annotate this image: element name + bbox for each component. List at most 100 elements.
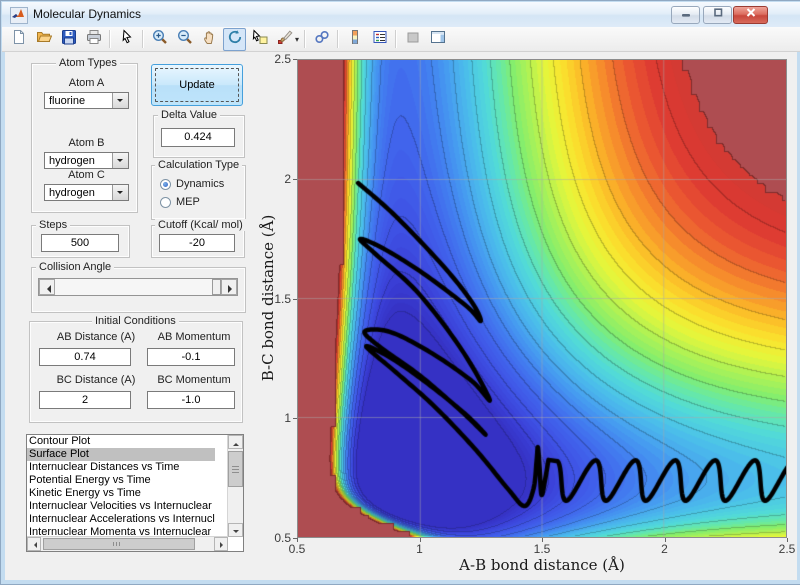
cursor-arrow-button[interactable] [115, 28, 138, 51]
brush-button[interactable] [273, 28, 296, 51]
zoom-out-button[interactable] [173, 28, 196, 51]
insert-legend-icon [372, 29, 388, 50]
slider-right-arrow-icon[interactable] [221, 279, 237, 295]
ab-distance-field[interactable]: 0.74 [39, 348, 131, 366]
data-cursor-button[interactable] [248, 28, 271, 51]
x-tick-label: 2.5 [778, 542, 796, 556]
save-icon [61, 29, 77, 50]
chevron-down-icon[interactable] [112, 153, 128, 168]
collision-angle-title: Collision Angle [36, 261, 115, 273]
x-axis-label: A-B bond distance (Å) [459, 556, 625, 574]
y-tick-mark [293, 178, 297, 180]
close-button[interactable] [733, 6, 768, 24]
atom-b-label: Atom B [68, 137, 105, 149]
toolbar-separator [337, 30, 340, 48]
y-tick-mark [293, 59, 297, 60]
list-item[interactable]: Internuclear Accelerations vs Internucle… [27, 513, 215, 526]
bc-distance-field[interactable]: 2 [39, 391, 131, 409]
mep-radio[interactable] [160, 197, 171, 208]
x-tick-label: 2 [661, 542, 668, 556]
toolbar-separator [304, 30, 307, 48]
dynamics-radio[interactable] [160, 179, 171, 190]
delta-value-title: Delta Value [158, 109, 221, 121]
atom-c-select[interactable]: hydrogen [44, 184, 129, 201]
update-button[interactable]: Update [151, 64, 243, 106]
x-tick-label: 1 [416, 542, 423, 556]
atom-b-select[interactable]: hydrogen [44, 152, 129, 169]
brush-dropdown-icon[interactable]: ▾ [295, 35, 299, 44]
pes-contour-plot[interactable] [298, 60, 786, 537]
x-tick-label: 1.5 [533, 542, 551, 556]
insert-legend-button[interactable] [368, 28, 391, 51]
list-item[interactable]: Internuclear Velocities vs Internuclear … [27, 500, 215, 513]
plottools-on-button[interactable] [426, 28, 449, 51]
list-item[interactable]: Potential Energy vs Time [27, 474, 215, 487]
list-item[interactable]: Surface Plot [27, 448, 215, 461]
vertical-scroll-thumb[interactable] [228, 451, 243, 487]
atom-a-select[interactable]: fluorine [44, 92, 129, 109]
titlebar[interactable]: Molecular Dynamics [2, 2, 800, 28]
list-item[interactable]: Internuclear Distances vs Time [27, 461, 215, 474]
y-tick-label: 0.5 [274, 531, 291, 545]
data-cursor-icon [252, 28, 268, 50]
list-item[interactable]: Kinetic Energy vs Time [27, 487, 215, 500]
atom-c-label: Atom C [68, 169, 105, 181]
initial-conditions-title: Initial Conditions [92, 315, 179, 327]
rotate-3d-button[interactable] [223, 27, 246, 51]
zoom-in-button[interactable] [148, 28, 171, 51]
horizontal-scroll-thumb[interactable] [43, 538, 195, 550]
open-file-icon [36, 29, 52, 50]
horizontal-scrollbar[interactable] [27, 536, 228, 551]
delta-value-field[interactable]: 0.424 [161, 128, 235, 147]
scroll-left-icon[interactable] [27, 537, 41, 551]
y-axis-label: B-C bond distance (Å) [259, 214, 277, 382]
plottools-off-button[interactable] [401, 28, 424, 51]
atom-a-label: Atom A [68, 77, 105, 89]
x-tick-label: 0.5 [288, 542, 306, 556]
pes-plot-area[interactable] [297, 59, 787, 538]
y-tick-mark [293, 538, 297, 539]
listbox-rows: Contour Plot Surface Plot Internuclear Dis… [27, 435, 243, 539]
plottools-off-icon [405, 29, 421, 50]
insert-colorbar-icon [347, 29, 363, 50]
open-file-button[interactable] [32, 28, 55, 51]
steps-title: Steps [36, 219, 71, 231]
new-document-button[interactable] [7, 28, 30, 51]
minimize-button[interactable] [671, 6, 700, 24]
mep-radio-label: MEP [176, 196, 200, 208]
new-document-icon [11, 29, 27, 50]
y-tick-mark [293, 418, 297, 420]
slider-thumb[interactable] [212, 279, 221, 295]
toolbar-separator [142, 30, 144, 48]
y-tick-label: 2.5 [274, 52, 291, 66]
slider-left-arrow-icon[interactable] [39, 279, 55, 295]
ab-momentum-field[interactable]: -0.1 [147, 348, 235, 366]
atom-c-value: hydrogen [49, 187, 95, 199]
save-button[interactable] [57, 28, 80, 51]
link-plots-button[interactable] [310, 28, 333, 51]
chevron-down-icon[interactable] [112, 93, 128, 108]
pan-hand-button[interactable] [198, 28, 221, 51]
scroll-up-icon[interactable] [228, 435, 243, 449]
brush-icon [277, 29, 293, 50]
list-item[interactable]: Contour Plot [27, 435, 215, 448]
dynamics-radio-label: Dynamics [176, 178, 225, 190]
vertical-scrollbar[interactable] [227, 435, 243, 537]
cutoff-field[interactable]: -20 [159, 234, 235, 252]
plot-type-listbox[interactable]: Contour Plot Surface Plot Internuclear Dis… [26, 434, 244, 552]
cutoff-title: Cutoff (Kcal/ mol) [155, 219, 246, 231]
matlab-app-icon [10, 7, 28, 24]
maximize-button[interactable] [703, 6, 732, 24]
scroll-right-icon[interactable] [214, 537, 228, 551]
zoom-in-icon [152, 29, 168, 50]
cursor-arrow-icon [119, 28, 135, 50]
print-button[interactable] [82, 28, 105, 51]
collision-angle-slider[interactable] [38, 278, 238, 296]
chevron-down-icon[interactable] [112, 185, 128, 200]
focus-rect [155, 68, 239, 102]
plottools-on-icon [430, 29, 446, 50]
steps-field[interactable]: 500 [41, 234, 119, 252]
insert-colorbar-button[interactable] [343, 28, 366, 51]
bc-momentum-field[interactable]: -1.0 [147, 391, 235, 409]
scroll-down-icon[interactable] [228, 523, 243, 537]
